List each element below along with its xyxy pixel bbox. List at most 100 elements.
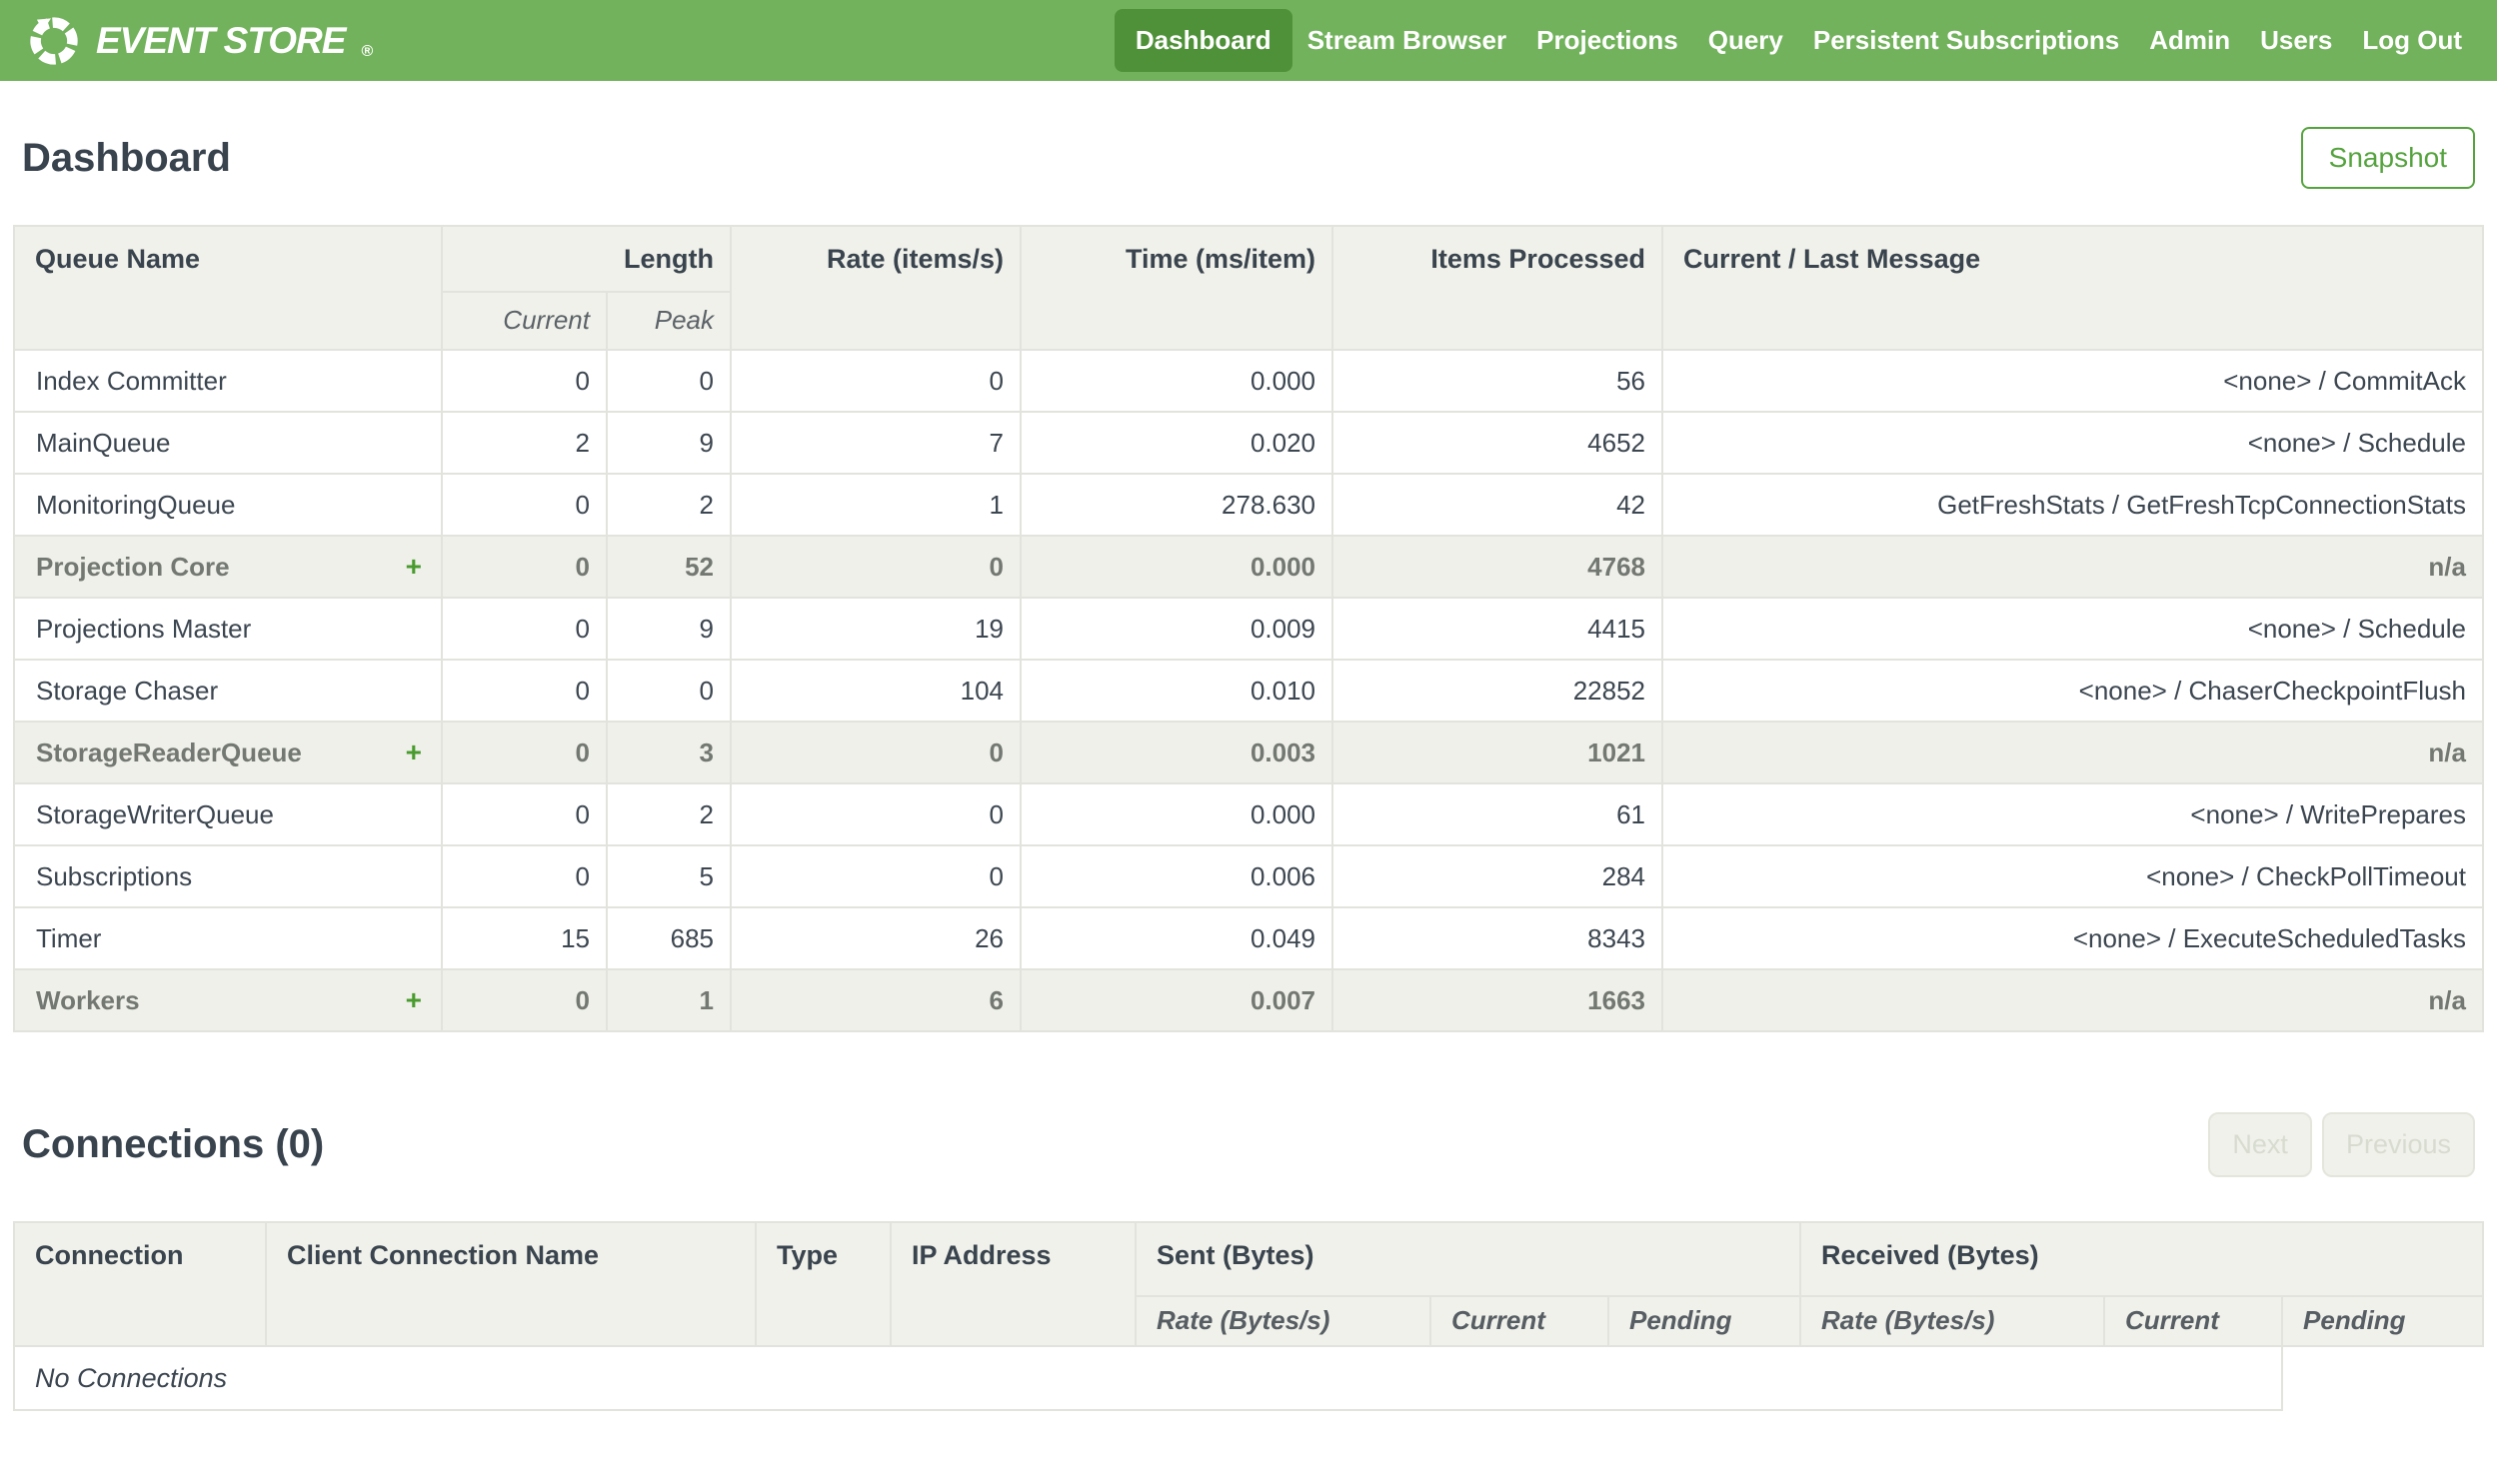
queue-rate: 0 — [730, 535, 1023, 599]
col-header-time: Time (ms/item) — [1020, 225, 1334, 351]
nav-item[interactable]: Users — [2245, 9, 2347, 72]
queue-length-current: 0 — [441, 473, 608, 537]
queue-length-peak: 5 — [605, 844, 733, 908]
queue-name: Projections Master — [36, 613, 252, 644]
no-connections-message: No Connections — [12, 1345, 2284, 1411]
queue-row: Subscriptions 0 5 0 0.006 284 <none> / C… — [13, 844, 2484, 908]
queue-row: Timer 15 685 26 0.049 8343 <none> / Exec… — [13, 906, 2484, 970]
queue-name: Timer — [36, 922, 102, 953]
queue-name: Subscriptions — [36, 860, 193, 891]
queue-row: StorageReaderQueue + 0 3 0 0.003 1021 n/… — [13, 721, 2484, 784]
queue-length-current: 0 — [441, 659, 608, 723]
queue-message: <none> / CommitAck — [1661, 349, 2484, 413]
top-nav: EVENT STORE ® Dashboard Stream Browser P… — [0, 0, 2497, 81]
queue-rate: 1 — [730, 473, 1023, 537]
queue-items-processed: 56 — [1331, 349, 1664, 413]
main-content: Dashboard Snapshot Queue Name Length Rat… — [0, 127, 2497, 1411]
queue-items-processed: 4652 — [1331, 411, 1664, 475]
queue-items-processed: 4768 — [1331, 535, 1664, 599]
nav-item[interactable]: Admin — [2134, 9, 2245, 72]
queue-length-peak: 2 — [605, 782, 733, 846]
no-connections-row: No Connections — [12, 1345, 2483, 1411]
col-header-type: Type — [755, 1221, 892, 1347]
col-header-sent-pending: Pending — [1606, 1295, 1802, 1347]
queue-message: <none> / CheckPollTimeout — [1661, 844, 2484, 908]
queue-rate: 0 — [730, 782, 1023, 846]
connections-header: Connections (0) Next Previous — [22, 1112, 2475, 1177]
col-header-length-current: Current — [441, 291, 608, 351]
queue-time: 0.006 — [1020, 844, 1334, 908]
queue-length-peak: 0 — [605, 349, 733, 413]
connections-title: Connections (0) — [22, 1122, 325, 1166]
queue-row: StorageWriterQueue 0 2 0 0.000 61 <none>… — [13, 782, 2484, 846]
next-button[interactable]: Next — [2208, 1112, 2312, 1177]
queue-time: 0.007 — [1020, 968, 1334, 1032]
queue-length-current: 0 — [441, 535, 608, 599]
nav-item[interactable]: Dashboard — [1114, 9, 1292, 72]
queues-table-header: Queue Name Length Rate (items/s) Time (m… — [13, 225, 2484, 351]
col-header-client-connection-name: Client Connection Name — [265, 1221, 757, 1347]
previous-button[interactable]: Previous — [2321, 1112, 2475, 1177]
queue-items-processed: 1663 — [1331, 968, 1664, 1032]
col-header-received-pending: Pending — [2281, 1295, 2484, 1347]
nav-item[interactable]: Query — [1693, 9, 1798, 72]
col-header-queue-name: Queue Name — [13, 225, 443, 351]
queue-time: 278.630 — [1020, 473, 1334, 537]
brand-title: EVENT STORE — [96, 19, 346, 61]
queue-name: StorageWriterQueue — [36, 798, 274, 829]
col-header-length: Length — [440, 225, 733, 293]
col-header-items-processed: Items Processed — [1331, 225, 1664, 351]
queue-time: 0.010 — [1020, 659, 1334, 723]
nav-item[interactable]: Log Out — [2347, 9, 2477, 72]
queue-items-processed: 284 — [1331, 844, 1664, 908]
expand-plus-icon[interactable]: + — [406, 551, 422, 583]
col-header-sent-bytes: Sent (Bytes) — [1134, 1221, 1802, 1297]
queue-message: <none> / ExecuteScheduledTasks — [1661, 906, 2484, 970]
snapshot-button[interactable]: Snapshot — [2300, 127, 2475, 189]
queues-table: Queue Name Length Rate (items/s) Time (m… — [13, 225, 2484, 1032]
queue-length-peak: 9 — [605, 597, 733, 661]
queue-length-peak: 0 — [605, 659, 733, 723]
queue-items-processed: 42 — [1331, 473, 1664, 537]
queue-message: n/a — [1661, 721, 2484, 784]
queue-rate: 26 — [730, 906, 1023, 970]
queue-length-current: 15 — [441, 906, 608, 970]
queue-name: MonitoringQueue — [36, 489, 236, 520]
queue-name: Storage Chaser — [36, 675, 219, 706]
queue-name: Projection Core — [36, 551, 230, 582]
queue-length-peak: 2 — [605, 473, 733, 537]
col-header-received-rate: Rate (Bytes/s) — [1799, 1295, 2106, 1347]
expand-plus-icon[interactable]: + — [406, 984, 422, 1016]
queue-length-current: 0 — [441, 721, 608, 784]
queue-row: Projections Master 0 9 19 0.009 4415 <no… — [13, 597, 2484, 661]
queue-rate: 0 — [730, 349, 1023, 413]
col-header-sent-current: Current — [1429, 1295, 1609, 1347]
expand-plus-icon[interactable]: + — [406, 737, 422, 768]
queue-time: 0.000 — [1020, 349, 1334, 413]
queue-items-processed: 8343 — [1331, 906, 1664, 970]
queue-length-current: 0 — [441, 597, 608, 661]
registered-mark: ® — [361, 42, 374, 60]
queue-name: StorageReaderQueue — [36, 737, 302, 767]
nav-item[interactable]: Stream Browser — [1292, 9, 1521, 72]
col-header-connection: Connection — [13, 1221, 267, 1347]
queue-row: Workers + 0 1 6 0.007 1663 n/a — [13, 968, 2484, 1032]
col-header-ip-address: IP Address — [890, 1221, 1137, 1347]
queue-message: n/a — [1661, 968, 2484, 1032]
nav-item[interactable]: Persistent Subscriptions — [1798, 9, 2134, 72]
queue-items-processed: 22852 — [1331, 659, 1664, 723]
queue-length-peak: 3 — [605, 721, 733, 784]
queue-rate: 0 — [730, 721, 1023, 784]
queue-row: MainQueue 2 9 7 0.020 4652 <none> / Sche… — [13, 411, 2484, 475]
nav-menu: Dashboard Stream Browser Projections Que… — [1114, 9, 2477, 72]
queue-time: 0.049 — [1020, 906, 1334, 970]
pagination: Next Previous — [2208, 1112, 2475, 1177]
queue-rate: 104 — [730, 659, 1023, 723]
connections-table-header: Connection Client Connection Name Type I… — [13, 1221, 2484, 1347]
queue-length-peak: 52 — [605, 535, 733, 599]
queue-length-current: 0 — [441, 782, 608, 846]
event-store-brand: EVENT STORE ® — [26, 13, 373, 69]
queues-table-body: Index Committer 0 0 0 0.000 56 <none> / … — [13, 349, 2484, 1032]
nav-item[interactable]: Projections — [1521, 9, 1693, 72]
event-store-logo-icon — [30, 16, 78, 65]
